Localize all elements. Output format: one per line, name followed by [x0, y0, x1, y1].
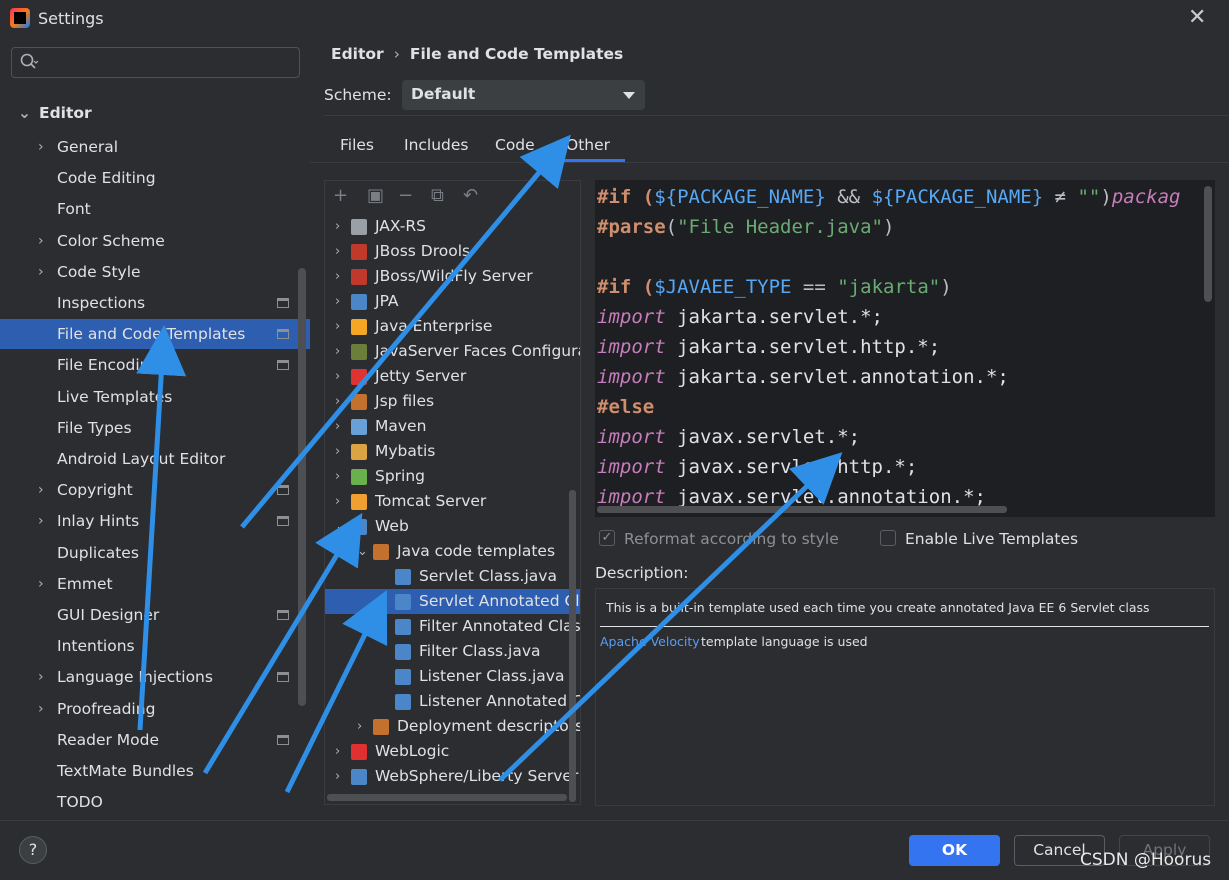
- arrow-to-other-tab: [240, 134, 571, 529]
- arrow-to-file-and-code-templates: [136, 325, 187, 731]
- annotation-arrows: [136, 134, 843, 794]
- arrow-to-web-node: [202, 512, 363, 775]
- arrow-to-servlet-annotated: [284, 590, 388, 794]
- arrow-to-imports: [498, 452, 843, 782]
